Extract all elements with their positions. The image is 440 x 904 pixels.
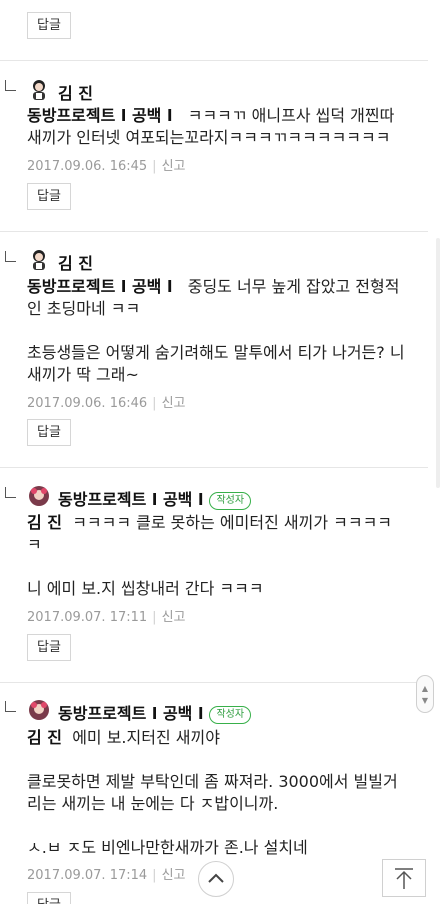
scrollbar-handle[interactable]: ▲ ▼	[416, 675, 434, 713]
comment-author[interactable]: 동방프로젝트 l 공백 l 작성자	[58, 700, 252, 724]
comment-author[interactable]: 김 진	[58, 250, 93, 274]
report-link[interactable]: 신고	[162, 868, 186, 883]
comment-meta: 2017.09.06. 16:46 | 신고	[27, 396, 186, 411]
comment-body: 동방프로젝트 l 공백 l 중딩도 너무 높게 잡았고 전형적 인 초딩마네 ㅋ…	[27, 277, 405, 384]
scroll-to-top-button[interactable]	[382, 859, 426, 897]
divider	[0, 60, 428, 61]
scroll-up-button[interactable]	[198, 861, 234, 897]
reply-indent-icon	[5, 80, 16, 91]
divider	[0, 467, 428, 468]
comment-meta: 2017.09.07. 17:14 | 신고	[27, 868, 186, 883]
divider	[0, 231, 428, 232]
avatar-icon	[29, 700, 49, 720]
mention: 동방프로젝트 l 공백 l	[27, 277, 173, 296]
comment-body: 동방프로젝트 l 공백 l ㅋㅋㅋㄲ 애니프사 씹덕 개찐따 새끼가 인터넷 여…	[27, 106, 395, 147]
mention: 김 진	[27, 513, 63, 532]
author-badge: 작성자	[209, 492, 252, 510]
comment-body: 김 진 에미 보.지터진 새끼야 클로못하면 제발 부탁인데 좀 짜져라. 30…	[27, 728, 398, 857]
reply-indent-icon	[5, 701, 16, 712]
reply-button[interactable]: 답글	[27, 12, 71, 39]
mention: 김 진	[27, 728, 63, 747]
author-badge: 작성자	[209, 706, 252, 724]
scrollbar-track[interactable]	[436, 238, 440, 488]
report-link[interactable]: 신고	[162, 396, 186, 411]
reply-button[interactable]: 답글	[27, 419, 71, 446]
comment-author[interactable]: 동방프로젝트 l 공백 l 작성자	[58, 486, 252, 510]
divider	[0, 682, 428, 683]
avatar-icon	[33, 80, 45, 100]
comment-body: 김 진 ㅋㅋㅋㅋ 클로 못하는 에미터진 새끼가 ㅋㅋㅋㅋ ㅋ 니 에미 보.지…	[27, 513, 393, 598]
report-link[interactable]: 신고	[162, 159, 186, 174]
reply-button[interactable]: 답글	[27, 634, 71, 661]
reply-button[interactable]: 답글	[27, 892, 71, 904]
comment-meta: 2017.09.07. 17:11 | 신고	[27, 610, 186, 625]
mention: 동방프로젝트 l 공백 l	[27, 106, 173, 125]
reply-button[interactable]: 답글	[27, 183, 71, 210]
report-link[interactable]: 신고	[162, 610, 186, 625]
comment-meta: 2017.09.06. 16:45 | 신고	[27, 159, 186, 174]
avatar-icon	[33, 250, 45, 270]
reply-indent-icon	[5, 487, 16, 498]
avatar-icon	[29, 486, 49, 506]
comment-date: 2017.09.06. 16:45	[27, 159, 148, 174]
chevron-up-icon	[208, 873, 224, 883]
comment-date: 2017.09.07. 17:11	[27, 610, 148, 625]
reply-indent-icon	[5, 251, 16, 262]
comment-date: 2017.09.06. 16:46	[27, 396, 148, 411]
comment-date: 2017.09.07. 17:14	[27, 868, 148, 883]
arrow-to-top-icon	[395, 868, 413, 889]
comment-author[interactable]: 김 진	[58, 80, 93, 104]
